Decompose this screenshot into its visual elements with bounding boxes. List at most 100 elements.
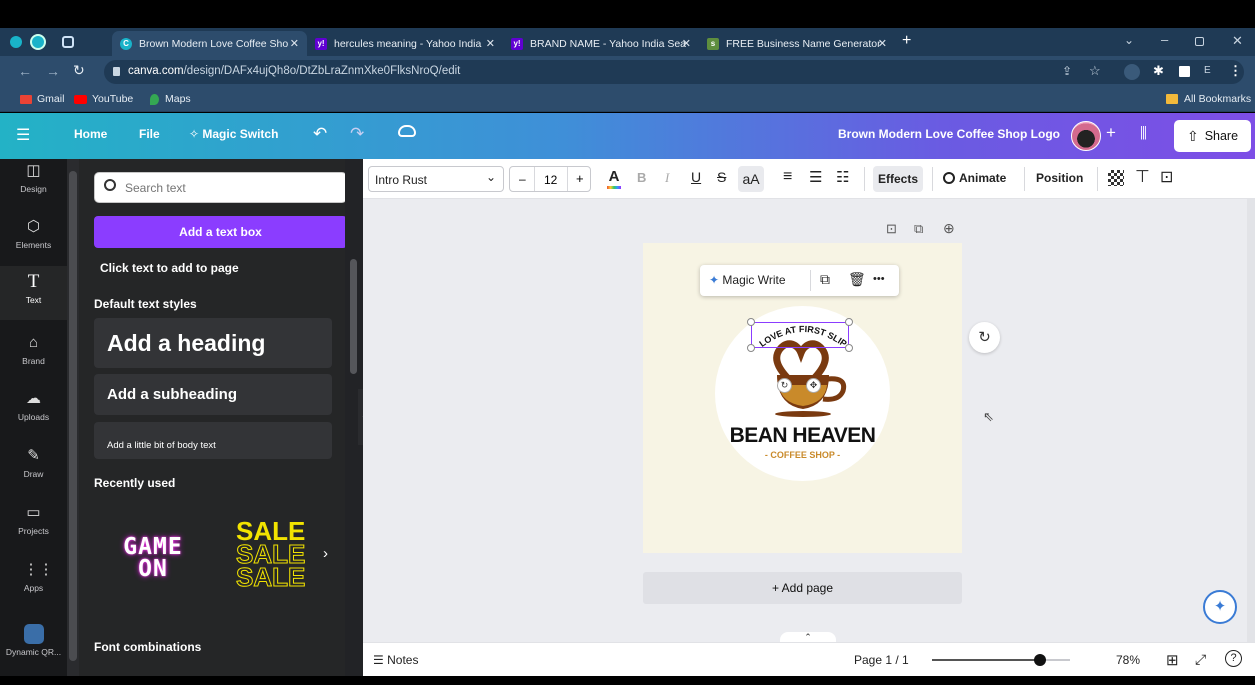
magic-write-button[interactable]: ✦ Magic Write [709, 273, 786, 287]
bookmark-star-icon[interactable]: ☆ [1089, 63, 1101, 79]
animate-button[interactable]: Animate [943, 171, 1006, 185]
close-tab-icon[interactable]: ✕ [682, 37, 691, 50]
tab-list-chevron-icon[interactable]: ⌄ [1124, 33, 1134, 47]
add-body-text-button[interactable]: Add a little bit of body text [94, 422, 332, 459]
rail-scroll-thumb[interactable] [69, 171, 77, 661]
arc-text-selection[interactable] [747, 318, 853, 352]
chrome-canva-icon-1[interactable] [10, 36, 22, 48]
hamburger-menu-icon[interactable]: ☰ [16, 125, 30, 145]
cloud-save-icon[interactable] [398, 125, 416, 137]
effects-button[interactable]: Effects [873, 166, 923, 192]
menu-kebab-icon[interactable]: ⋮ [1229, 63, 1242, 79]
close-tab-icon[interactable]: ✕ [486, 37, 495, 50]
paint-format-icon[interactable]: ⊤ [1135, 167, 1150, 187]
letter-case-button[interactable]: aA [738, 166, 764, 192]
tab-business-name[interactable]: s FREE Business Name Generator ✕ [699, 31, 895, 56]
new-tab-button[interactable]: + [902, 32, 911, 50]
italic-button[interactable]: I [665, 170, 669, 186]
more-options-icon[interactable]: ••• [873, 273, 885, 285]
page-indicator[interactable]: Page 1 / 1 [854, 653, 909, 667]
invite-plus-button[interactable]: + [1106, 123, 1116, 143]
line-spacing-icon[interactable]: ☷ [836, 168, 849, 186]
share-page-icon[interactable]: ⇪ [1062, 64, 1072, 78]
rotate-handle-icon[interactable]: ↻ [777, 378, 792, 393]
duplicate-icon[interactable]: ⧉ [820, 271, 830, 288]
magic-switch-button[interactable]: ✧ Magic Switch [189, 127, 278, 141]
increase-size-button[interactable]: + [576, 171, 584, 186]
move-handle-icon[interactable]: ✥ [806, 378, 821, 393]
file-menu-button[interactable]: File [139, 127, 160, 141]
close-tab-icon[interactable]: ✕ [878, 37, 887, 50]
minimize-icon[interactable]: – [1161, 32, 1168, 47]
bookmark-gmail[interactable]: Gmail [20, 93, 64, 105]
add-text-box-button[interactable]: Add a text box [94, 216, 347, 248]
zoom-slider-knob[interactable] [1033, 654, 1046, 666]
text-color-button[interactable]: A [607, 168, 621, 189]
rail-text[interactable]: T Text [0, 266, 67, 320]
forward-icon[interactable]: → [46, 63, 60, 79]
search-input[interactable] [125, 179, 335, 197]
tab-brand-name[interactable]: y! BRAND NAME - Yahoo India Sea ✕ [503, 31, 699, 56]
redo-icon[interactable]: ↷ [350, 124, 364, 144]
search-text-field[interactable] [94, 172, 347, 203]
rail-uploads[interactable]: ☁ Uploads [0, 389, 67, 422]
zoom-level[interactable]: 78% [1116, 653, 1140, 667]
extensions-icon[interactable]: ✱ [1153, 63, 1164, 79]
tab-search-icon[interactable] [62, 36, 74, 48]
selection-handle[interactable] [845, 318, 853, 326]
rail-elements[interactable]: ⬡ Elements [0, 217, 67, 250]
list-bullets-icon[interactable]: ☰ [809, 168, 822, 186]
logo-subtitle[interactable]: - COFFEE SHOP - [715, 450, 890, 460]
rail-scrollbar[interactable] [67, 159, 79, 676]
reload-icon[interactable]: ↻ [73, 62, 85, 79]
position-button[interactable]: Position [1036, 171, 1083, 185]
game-on-template[interactable]: GAME ON [94, 504, 212, 609]
logo-title[interactable]: BEAN HEAVEN [715, 424, 890, 448]
rail-design[interactable]: ◫ Design [0, 161, 67, 194]
magic-assistant-button[interactable]: ✦ [1203, 590, 1237, 624]
font-dropdown[interactable]: Intro Rust ⌄ [368, 166, 504, 192]
rail-dynamic-qr[interactable]: Dynamic QR... [0, 624, 67, 657]
strikethrough-button[interactable]: S [717, 169, 726, 185]
sale-template[interactable]: SALE SALE SALE [222, 504, 347, 609]
sidepanel-icon[interactable] [1179, 66, 1190, 77]
chrome-canva-icon-2[interactable] [32, 36, 44, 48]
add-page-button[interactable]: + Add page [643, 572, 962, 604]
bold-button[interactable]: B [637, 170, 646, 185]
fullscreen-icon[interactable]: ⤢ [1195, 651, 1206, 668]
analytics-icon[interactable]: ⫼ [1140, 125, 1147, 142]
restore-icon[interactable] [1195, 37, 1204, 46]
grid-view-icon[interactable]: ⊞ [1166, 651, 1179, 669]
document-title[interactable]: Brown Modern Love Coffee Shop Logo [838, 127, 1060, 141]
back-icon[interactable]: ← [18, 63, 32, 79]
close-tab-icon[interactable]: ✕ [290, 37, 299, 50]
bookmark-maps[interactable]: Maps [150, 93, 191, 105]
add-heading-button[interactable]: Add a heading [94, 318, 332, 368]
recent-next-chevron-icon[interactable]: › [323, 545, 328, 562]
home-button[interactable]: Home [74, 127, 107, 141]
share-button[interactable]: ⇧ Share [1174, 120, 1251, 152]
rail-apps[interactable]: ⋮⋮ Apps [0, 560, 67, 593]
lock-element-icon[interactable]: ⊡ [1160, 167, 1173, 187]
help-button[interactable]: ? [1225, 650, 1242, 667]
page-duplicate-icon[interactable]: ⧉ [914, 221, 923, 237]
bookmark-youtube[interactable]: YouTube [74, 93, 133, 105]
right-scrollbar[interactable] [1247, 199, 1255, 642]
underline-button[interactable]: U [691, 169, 701, 185]
selection-handle[interactable] [747, 318, 755, 326]
notes-button[interactable]: ☰ Notes [373, 653, 418, 667]
extension-avatar-icon[interactable] [1124, 64, 1140, 80]
page-add-icon[interactable]: ⊕ [943, 220, 955, 237]
user-avatar[interactable] [1071, 121, 1101, 151]
profile-icon[interactable]: E [1204, 65, 1211, 76]
add-subheading-button[interactable]: Add a subheading [94, 374, 332, 415]
refresh-suggestion-button[interactable]: ↻ [969, 322, 1000, 353]
selection-handle[interactable] [845, 344, 853, 352]
font-size-value[interactable]: 12 [544, 173, 557, 187]
align-center-icon[interactable]: ≡ [783, 168, 792, 186]
address-bar[interactable]: canva.com/design/DAFx4ujQh8o/DtZbLraZnmX… [104, 60, 1244, 84]
delete-icon[interactable]: 🗑 [848, 271, 866, 288]
decrease-size-button[interactable]: – [519, 172, 526, 186]
undo-icon[interactable]: ↶ [313, 124, 327, 144]
rail-projects[interactable]: ▭ Projects [0, 503, 67, 536]
